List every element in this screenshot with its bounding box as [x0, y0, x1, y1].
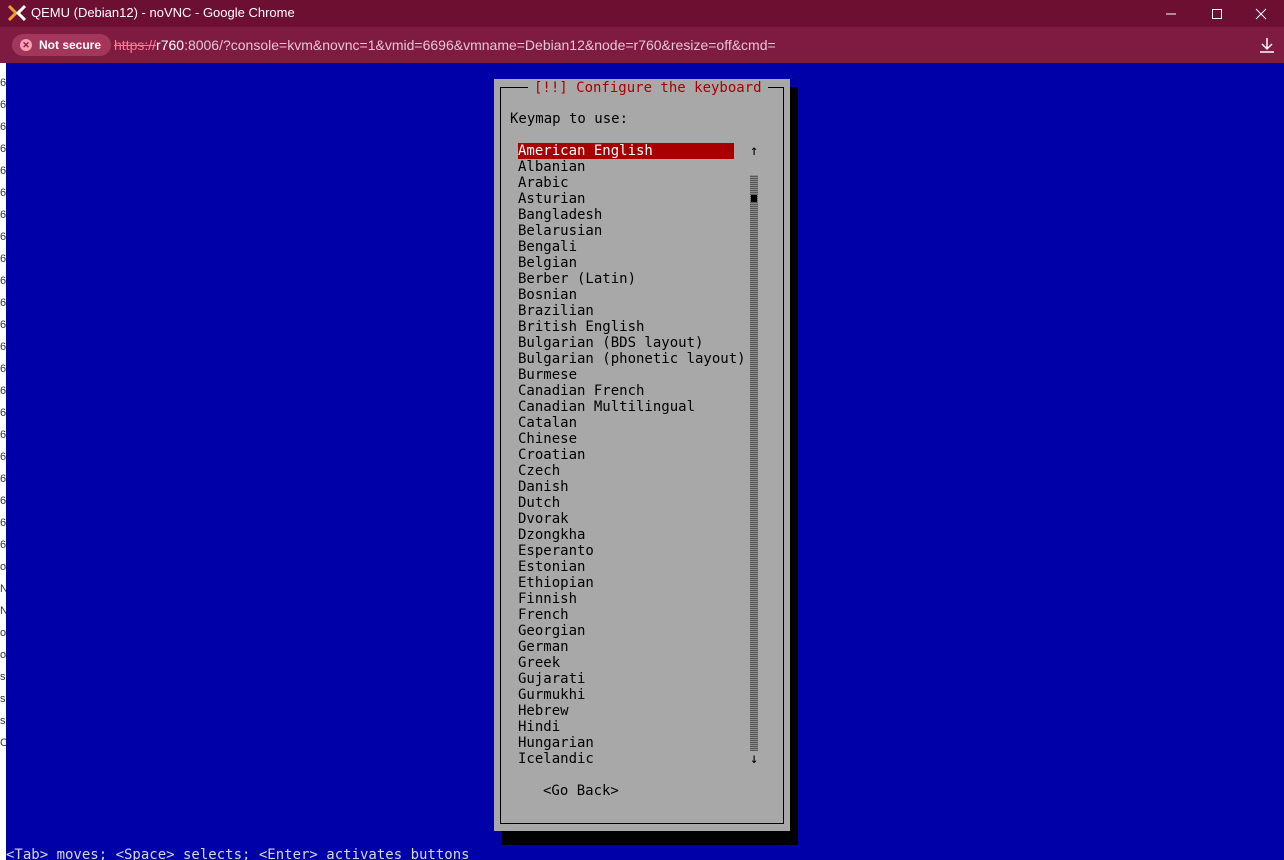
dialog-title: [!!] Configure the keyboard — [528, 79, 768, 97]
keymap-option[interactable]: Burmese — [518, 367, 734, 383]
close-icon — [1255, 8, 1267, 20]
minimize-button[interactable] — [1148, 0, 1194, 27]
keymap-option[interactable]: Catalan — [518, 415, 734, 431]
keymap-option[interactable]: Canadian Multilingual — [518, 399, 734, 415]
warning-icon: ✕ — [20, 39, 32, 51]
scroll-track[interactable] — [750, 175, 758, 751]
keymap-option[interactable]: Bengali — [518, 239, 734, 255]
proxmox-logo-icon — [8, 5, 26, 21]
keymap-option[interactable]: Hungarian — [518, 735, 734, 751]
go-back-button[interactable]: <Go Back> — [543, 783, 619, 799]
maximize-icon — [1212, 9, 1222, 19]
url-field[interactable]: https://r760:8006/?console=kvm&novnc=1&v… — [114, 37, 776, 53]
window-titlebar: QEMU (Debian12) - noVNC - Google Chrome — [0, 0, 1284, 27]
keymap-option[interactable]: Chinese — [518, 431, 734, 447]
minimize-icon — [1166, 13, 1176, 15]
scroll-thumb[interactable] — [751, 195, 757, 202]
url-host: r760 — [156, 37, 185, 53]
keymap-option[interactable]: Canadian French — [518, 383, 734, 399]
keymap-option[interactable]: Belgian — [518, 255, 734, 271]
keymap-option[interactable]: Arabic — [518, 175, 734, 191]
help-line: <Tab> moves; <Space> selects; <Enter> ac… — [6, 847, 470, 860]
keymap-option[interactable]: Greek — [518, 655, 734, 671]
keymap-option[interactable]: Gujarati — [518, 671, 734, 687]
url-scheme: https:// — [114, 37, 157, 53]
keymap-option[interactable]: Berber (Latin) — [518, 271, 734, 287]
vnc-console[interactable]: [!!] Configure the keyboard Keymap to us… — [6, 63, 1284, 860]
keymap-option[interactable]: German — [518, 639, 734, 655]
keymap-option[interactable]: French — [518, 607, 734, 623]
keymap-option[interactable]: American English — [518, 143, 734, 159]
keymap-option[interactable]: Dvorak — [518, 511, 734, 527]
keymap-option[interactable]: Albanian — [518, 159, 734, 175]
scroll-down-arrow-icon[interactable]: ↓ — [750, 751, 758, 767]
keymap-option[interactable]: Bulgarian (phonetic layout) — [518, 351, 746, 367]
keymap-option[interactable]: Finnish — [518, 591, 734, 607]
address-bar: ✕ Not secure https://r760:8006/?console=… — [0, 27, 1284, 63]
list-scrollbar[interactable]: ↑ ↓ — [750, 143, 758, 767]
keymap-option[interactable]: Belarusian — [518, 223, 734, 239]
keymap-option[interactable]: Gurmukhi — [518, 687, 734, 703]
url-rest: :8006/?console=kvm&novnc=1&vmid=6696&vmn… — [184, 37, 776, 53]
keymap-option[interactable]: Dzongkha — [518, 527, 734, 543]
keymap-option[interactable]: Ethiopian — [518, 575, 734, 591]
close-button[interactable] — [1238, 0, 1284, 27]
keymap-option[interactable]: Hindi — [518, 719, 734, 735]
keymap-option[interactable]: Brazilian — [518, 303, 734, 319]
keymap-option[interactable]: Esperanto — [518, 543, 734, 559]
keymap-prompt: Keymap to use: — [510, 111, 629, 127]
security-label: Not secure — [39, 38, 102, 52]
security-chip[interactable]: ✕ Not secure — [12, 34, 112, 56]
keymap-option[interactable]: Georgian — [518, 623, 734, 639]
keymap-option[interactable]: Bulgarian (BDS layout) — [518, 335, 734, 351]
keymap-option[interactable]: Icelandic — [518, 751, 734, 767]
keymap-option[interactable]: Danish — [518, 479, 734, 495]
keymap-option[interactable]: Estonian — [518, 559, 734, 575]
keymap-option[interactable]: Czech — [518, 463, 734, 479]
keymap-option[interactable]: Croatian — [518, 447, 734, 463]
installer-dialog: [!!] Configure the keyboard Keymap to us… — [494, 79, 790, 831]
keymap-option[interactable]: Dutch — [518, 495, 734, 511]
maximize-button[interactable] — [1194, 0, 1240, 27]
keymap-option[interactable]: Bosnian — [518, 287, 734, 303]
keymap-option[interactable]: Bangladesh — [518, 207, 734, 223]
download-icon[interactable] — [1258, 36, 1276, 54]
keymap-option[interactable]: British English — [518, 319, 734, 335]
scroll-up-arrow-icon[interactable]: ↑ — [750, 143, 758, 159]
window-title: QEMU (Debian12) - noVNC - Google Chrome — [31, 5, 295, 20]
keymap-list[interactable]: American English Albanian Arabic Asturian Ba… — [518, 143, 746, 767]
keymap-option[interactable]: Hebrew — [518, 703, 734, 719]
keymap-option[interactable]: Asturian — [518, 191, 734, 207]
